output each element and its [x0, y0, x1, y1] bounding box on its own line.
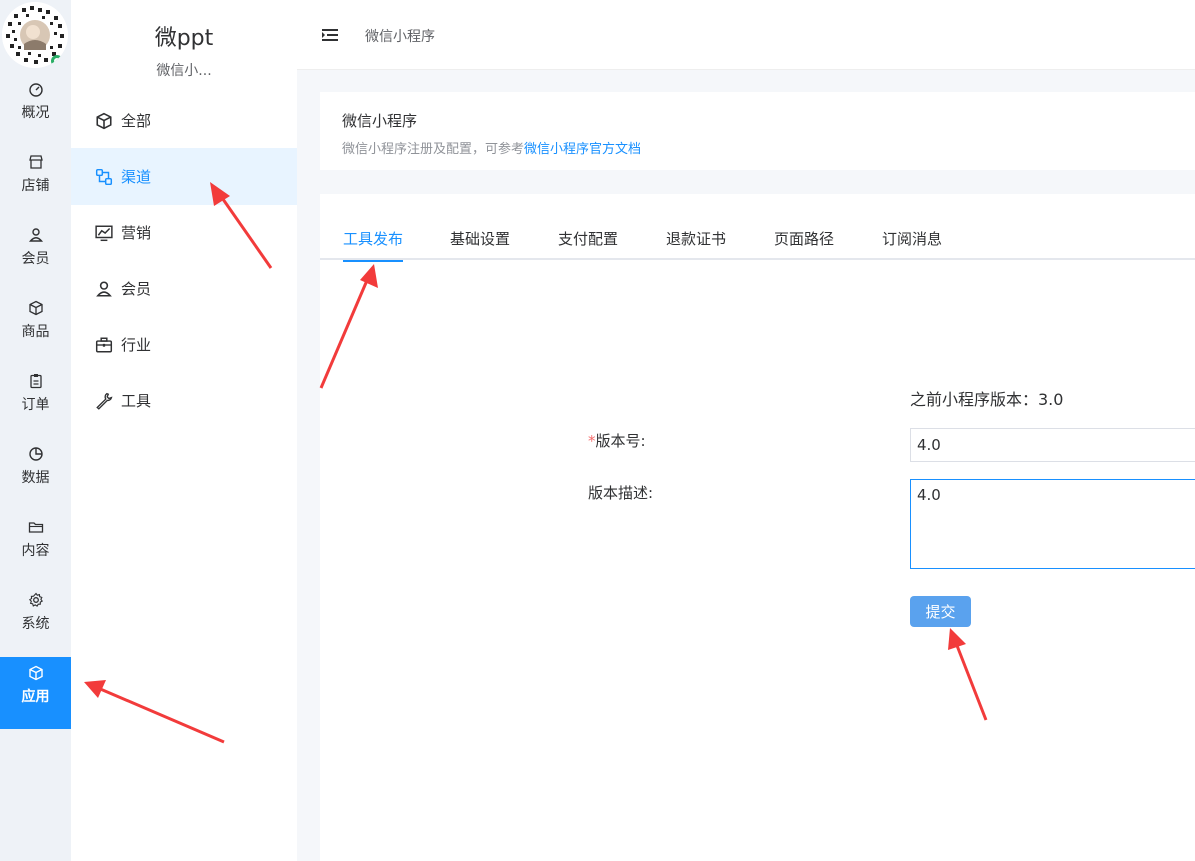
- version-label: *版本号:: [588, 430, 646, 451]
- sidebar-item-label: 营销: [121, 224, 152, 242]
- rail-item-4[interactable]: 订单: [0, 365, 71, 437]
- cube-icon: [28, 665, 43, 681]
- sidebar-item-label: 会员: [121, 280, 152, 298]
- briefcase-icon: [95, 337, 113, 352]
- sidebar-item-1[interactable]: 渠道: [71, 148, 297, 205]
- rail-item-3[interactable]: 商品: [0, 292, 71, 364]
- breadcrumb[interactable]: 微信小程序: [365, 26, 435, 46]
- description-label: 版本描述:: [588, 484, 654, 502]
- sidebar-item-label: 工具: [121, 392, 152, 410]
- store-icon: [28, 155, 43, 169]
- rail-item-label: 概况: [21, 105, 50, 121]
- cube-icon: [96, 112, 112, 129]
- rail-item-2[interactable]: 会员: [0, 219, 71, 291]
- user-icon: [96, 280, 112, 297]
- tab-refund-certificate[interactable]: 退款证书: [666, 228, 726, 260]
- trend-chart-icon: [95, 225, 113, 241]
- version-input[interactable]: [910, 428, 1195, 462]
- user-icon: [28, 228, 43, 242]
- sidebar-item-5[interactable]: 工具: [71, 372, 297, 429]
- rail-item-label: 会员: [21, 251, 50, 267]
- icon-rail: 概况店铺会员商品订单数据内容系统应用: [0, 0, 71, 861]
- sidebar-item-label: 行业: [121, 336, 152, 354]
- tab-tool-release[interactable]: 工具发布: [343, 228, 404, 262]
- info-card: 微信小程序 微信小程序注册及配置，可参考微信小程序官方文档: [320, 92, 1195, 170]
- channel-icon: [95, 168, 113, 185]
- sidebar-item-0[interactable]: 全部: [71, 92, 297, 149]
- top-bar: 微信小程序: [297, 0, 1195, 70]
- rail-item-label: 商品: [21, 324, 50, 340]
- gear-icon: [28, 592, 43, 607]
- menu-fold-icon[interactable]: [321, 26, 339, 44]
- rail-item-label: 系统: [21, 616, 50, 632]
- tab-payment-config[interactable]: 支付配置: [558, 228, 618, 260]
- miniprogram-qr-avatar: [2, 2, 68, 68]
- info-description-text: 微信小程序注册及配置，可参考: [342, 142, 525, 157]
- clipboard-icon: [29, 374, 42, 389]
- rail-item-6[interactable]: 内容: [0, 511, 71, 583]
- rail-item-5[interactable]: 数据: [0, 438, 71, 510]
- secondary-sidebar: 微ppt 微信小... 全部渠道营销会员行业工具: [71, 0, 297, 861]
- rail-item-label: 数据: [21, 470, 50, 486]
- rail-item-label: 订单: [21, 397, 50, 413]
- info-description: 微信小程序注册及配置，可参考微信小程序官方文档: [342, 138, 641, 157]
- box-icon: [28, 300, 43, 316]
- folder-icon: [28, 522, 43, 533]
- rail-item-label: 应用: [21, 689, 50, 705]
- info-title: 微信小程序: [342, 112, 418, 130]
- official-doc-link[interactable]: 微信小程序官方文档: [524, 142, 641, 157]
- tab-bar: 工具发布 基础设置 支付配置 退款证书 页面路径 订阅消息: [320, 194, 1195, 262]
- sidebar-item-label: 全部: [121, 112, 152, 130]
- sidebar-item-2[interactable]: 营销: [71, 204, 297, 261]
- rail-item-1[interactable]: 店铺: [0, 146, 71, 218]
- main-area: 微信小程序 微信小程序 微信小程序注册及配置，可参考微信小程序官方文档 工具发布…: [297, 0, 1195, 861]
- rail-item-7[interactable]: 系统: [0, 584, 71, 656]
- rail-item-label: 店铺: [21, 178, 50, 194]
- dashboard-icon: [28, 83, 43, 97]
- app-subtitle: 微信小...: [156, 63, 212, 79]
- tab-subscribe-messages[interactable]: 订阅消息: [882, 228, 942, 260]
- required-mark: *: [588, 432, 596, 450]
- submit-button[interactable]: 提交: [910, 596, 971, 627]
- rail-item-0[interactable]: 概况: [0, 73, 71, 145]
- previous-version-text: 之前小程序版本：3.0: [910, 390, 1064, 409]
- sidebar-item-label: 渠道: [121, 168, 152, 186]
- wrench-icon: [96, 392, 113, 410]
- sidebar-item-4[interactable]: 行业: [71, 316, 297, 373]
- pie-chart-icon: [28, 447, 43, 461]
- app-title: 微ppt: [154, 26, 214, 51]
- rail-item-8[interactable]: 应用: [0, 657, 71, 729]
- version-description-textarea[interactable]: 4.0: [910, 479, 1195, 569]
- tab-basic-settings[interactable]: 基础设置: [450, 228, 510, 260]
- rail-item-label: 内容: [21, 543, 50, 559]
- tab-page-paths[interactable]: 页面路径: [774, 228, 834, 260]
- sidebar-item-3[interactable]: 会员: [71, 260, 297, 317]
- version-label-text: 版本号:: [595, 432, 646, 450]
- settings-panel: 工具发布 基础设置 支付配置 退款证书 页面路径 订阅消息 之前小程序版本：3.…: [320, 194, 1195, 861]
